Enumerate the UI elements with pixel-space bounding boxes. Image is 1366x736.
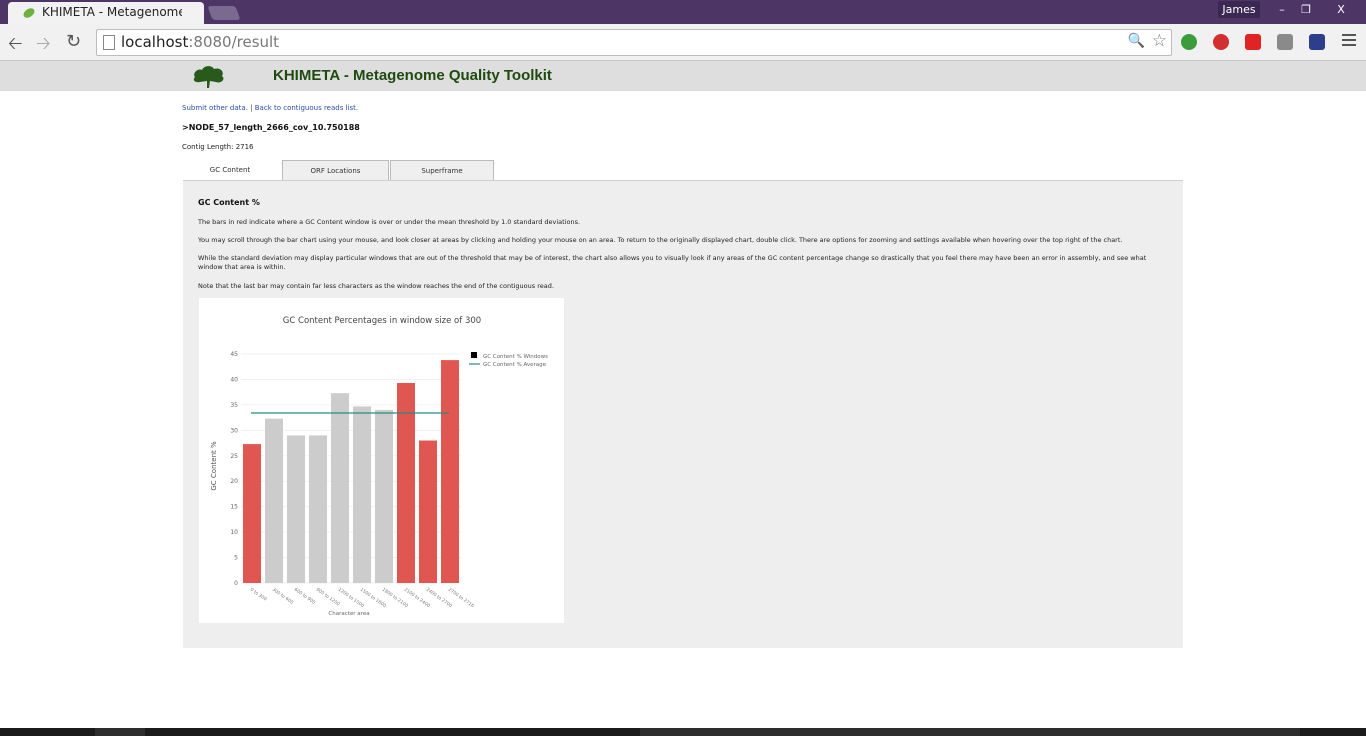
contig-length: Contig Length: 2716 xyxy=(182,143,254,151)
tab-gc-content[interactable]: GC Content xyxy=(182,160,278,181)
browser-toolbar: 🡠 🡢 ↻ localhost:8080/result 🔍 ☆ xyxy=(0,24,1366,61)
gc-content-chart[interactable]: 0 5 10 15 20 25 30 35 40 45 0 to 300 300 to 600 600… xyxy=(199,298,564,623)
taskbar-item[interactable] xyxy=(95,728,145,736)
restore-button[interactable]: ❐ xyxy=(1294,1,1318,18)
y-tick-label: 45 xyxy=(230,351,238,358)
forward-icon[interactable]: 🡢 xyxy=(36,31,51,61)
tab-orf-locations[interactable]: ORF Locations xyxy=(282,160,389,181)
reload-icon[interactable]: ↻ xyxy=(66,31,81,52)
site-header: KHIMETA - Metagenome Quality Toolkit xyxy=(0,61,1366,91)
y-tick-label: 20 xyxy=(230,478,238,485)
extension-stop-icon[interactable] xyxy=(1213,34,1229,50)
taskbar-item[interactable] xyxy=(640,728,1300,736)
tab-superframe[interactable]: Superframe xyxy=(390,160,494,181)
panel-paragraph: The bars in red indicate where a GC Cont… xyxy=(198,218,581,226)
zoom-icon[interactable]: 🔍 xyxy=(1128,33,1145,49)
extension-green-icon[interactable] xyxy=(1181,34,1197,50)
chart-title: GC Content Percentages in window size of… xyxy=(283,316,481,326)
bar[interactable] xyxy=(440,360,460,583)
y-tick-label: 0 xyxy=(234,580,238,587)
y-tick-label: 15 xyxy=(230,504,238,511)
user-profile-button[interactable]: James xyxy=(1218,1,1260,18)
extension-flag-icon[interactable] xyxy=(1309,34,1325,50)
chart-svg[interactable]: 0 5 10 15 20 25 30 35 40 45 0 to 300 300 to 600 600… xyxy=(199,298,564,623)
legend-average[interactable]: GC Content % Average xyxy=(483,362,547,368)
y-axis-label: GC Content % xyxy=(210,441,218,491)
address-bar[interactable]: localhost:8080/result 🔍 ☆ xyxy=(96,29,1172,56)
extension-css-icon[interactable] xyxy=(1277,34,1293,50)
nav-links: Submit other data. | Back to contiguous … xyxy=(182,104,358,112)
bar[interactable] xyxy=(264,418,284,583)
new-tab-button[interactable] xyxy=(207,6,241,20)
bar[interactable] xyxy=(308,435,328,583)
bar[interactable] xyxy=(418,440,438,583)
menu-icon[interactable] xyxy=(1342,34,1356,49)
y-tick-label: 10 xyxy=(230,529,238,536)
y-tick-label: 5 xyxy=(234,555,238,562)
submit-other-data-link[interactable]: Submit other data. xyxy=(182,104,248,112)
bar[interactable] xyxy=(242,444,262,583)
star-icon[interactable]: ☆ xyxy=(1152,31,1167,51)
y-tick-label: 30 xyxy=(230,427,238,434)
tab-title: KHIMETA - Metagenome xyxy=(42,5,182,19)
browser-titlebar: KHIMETA - Metagenome James – ❐ X xyxy=(0,0,1366,24)
os-taskbar xyxy=(0,728,1366,736)
x-tick-label: 300 to 600 xyxy=(271,587,295,606)
y-tick-label: 25 xyxy=(230,453,238,460)
page-icon xyxy=(103,35,115,50)
back-icon[interactable]: 🡠 xyxy=(8,31,23,61)
bar[interactable] xyxy=(374,409,394,583)
browser-tab[interactable]: KHIMETA - Metagenome xyxy=(8,2,204,24)
x-axis-label: Character area xyxy=(328,611,369,617)
back-to-reads-link[interactable]: Back to contiguous reads list. xyxy=(255,104,358,112)
site-title: KHIMETA - Metagenome Quality Toolkit xyxy=(273,67,552,84)
extension-red-icon[interactable] xyxy=(1245,34,1261,50)
y-tick-label: 40 xyxy=(230,376,238,383)
read-name: >NODE_57_length_2666_cov_10.750188 xyxy=(182,123,360,132)
legend-swatch-windows xyxy=(471,352,477,358)
link-separator: | xyxy=(247,104,255,112)
bar[interactable] xyxy=(286,435,306,583)
legend-windows[interactable]: GC Content % Windows xyxy=(483,354,548,360)
panel-paragraph: You may scroll through the bar chart usi… xyxy=(198,236,1123,244)
minimize-button[interactable]: – xyxy=(1272,1,1292,18)
x-tick-label: 0 to 300 xyxy=(249,587,268,603)
bar[interactable] xyxy=(330,393,350,583)
gc-content-panel: GC Content % The bars in red indicate wh… xyxy=(183,180,1183,648)
leaf-favicon-icon xyxy=(23,8,35,18)
panel-paragraph: While the standard deviation may display… xyxy=(198,254,1147,271)
x-tick-label: 600 to 900 xyxy=(293,587,317,606)
close-window-button[interactable]: X xyxy=(1320,1,1362,18)
panel-paragraph: Note that the last bar may contain far l… xyxy=(198,282,554,290)
panel-heading: GC Content % xyxy=(198,198,260,207)
chart-legend[interactable]: GC Content % Windows GC Content % Averag… xyxy=(469,352,548,368)
bar[interactable] xyxy=(352,406,372,583)
url-text[interactable]: localhost:8080/result xyxy=(121,33,279,51)
tree-logo-icon xyxy=(193,66,224,88)
y-tick-label: 35 xyxy=(230,402,238,409)
